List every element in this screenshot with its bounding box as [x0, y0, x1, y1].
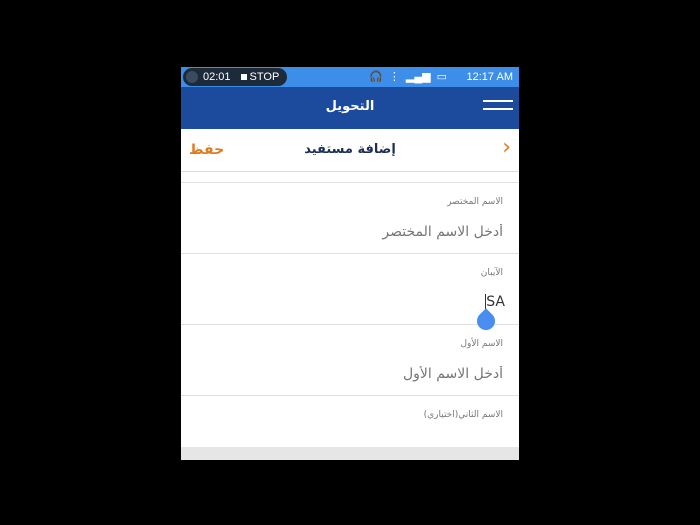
recording-time: 02:01: [203, 71, 231, 83]
short-name-field: الاسم المختصر: [181, 183, 519, 254]
stop-button[interactable]: STOP: [240, 71, 280, 83]
sub-header: حفظ إضافة مستفيد ›: [181, 129, 519, 172]
beneficiary-form: الاسم المختصر الآيبان SA الاسم الأول الا…: [181, 172, 519, 447]
headset-icon: 🎧: [369, 71, 383, 83]
second-name-label: الاسم الثاني(اختياري): [423, 410, 503, 420]
short-name-label: الاسم المختصر: [447, 197, 503, 207]
second-name-input[interactable]: [191, 436, 505, 447]
iban-field: الآيبان SA: [181, 254, 519, 334]
screen-recorder-pill[interactable]: 02:01 STOP: [183, 68, 287, 86]
second-name-field: الاسم الثاني(اختياري): [181, 396, 519, 447]
app-bar: التحويل: [181, 87, 519, 129]
hamburger-menu-icon[interactable]: [483, 100, 513, 116]
page-title: التحويل: [325, 99, 375, 114]
status-icons: 🎧 ⋮ ▂▄▆ ▭: [369, 70, 447, 83]
sub-header-title: إضافة مستفيد: [304, 142, 396, 157]
stop-icon: [240, 74, 247, 80]
previous-field-edge: [181, 172, 519, 183]
battery-icon: ▭: [436, 71, 447, 83]
iban-input[interactable]: SA: [191, 294, 505, 310]
iban-label: الآيبان: [480, 268, 503, 278]
bottom-bar: [181, 447, 519, 460]
first-name-label: الاسم الأول: [460, 339, 503, 349]
stop-label: STOP: [249, 71, 280, 83]
signal-icon: ▂▄▆: [405, 71, 431, 83]
status-clock: 12:17 AM: [466, 71, 513, 83]
record-dot-icon: [186, 71, 198, 83]
status-bar: 02:01 STOP 🎧 ⋮ ▂▄▆ ▭ 12:17 AM: [181, 67, 519, 87]
chevron-right-icon[interactable]: ›: [502, 137, 511, 159]
wifi-icon: ⋮: [388, 71, 400, 83]
short-name-input[interactable]: [191, 223, 505, 241]
first-name-input[interactable]: [191, 365, 505, 383]
first-name-field: الاسم الأول: [181, 325, 519, 396]
phone-screen: 02:01 STOP 🎧 ⋮ ▂▄▆ ▭ 12:17 AM التحويل حف…: [181, 67, 519, 460]
